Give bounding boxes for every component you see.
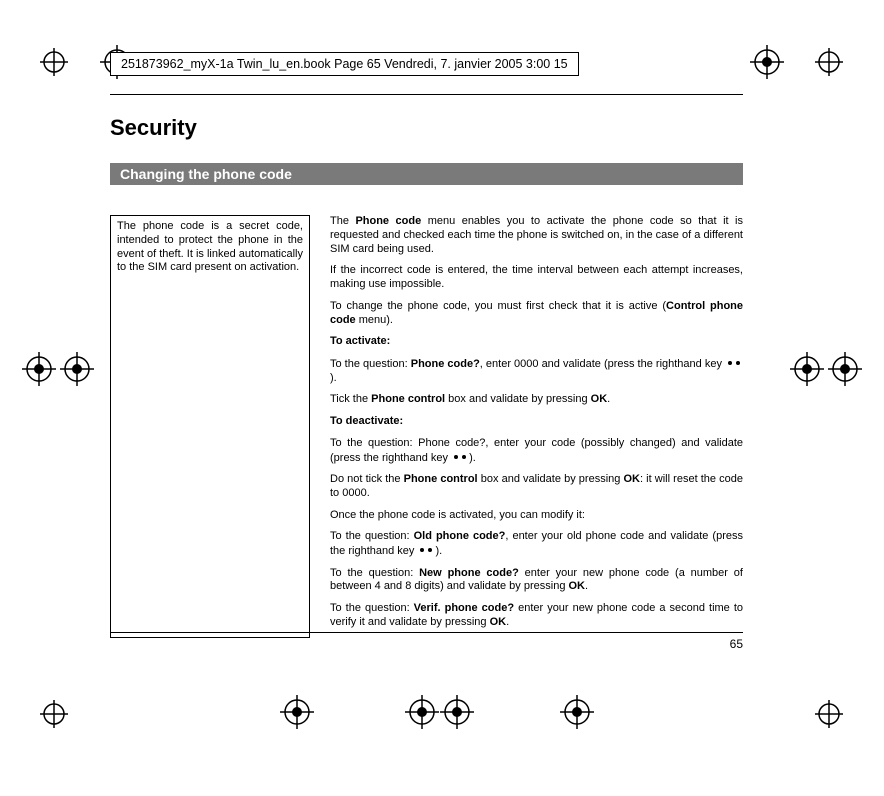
sidebar-note: The phone code is a secret code, intende… (110, 215, 310, 638)
book-page-banner: 251873962_myX-1a Twin_lu_en.book Page 65… (110, 52, 579, 76)
subheading-activate: To activate: (330, 335, 743, 349)
crop-mark-icon (40, 48, 68, 76)
body-paragraph: Once the phone code is activated, you ca… (330, 509, 743, 523)
page-footer: 65 (110, 632, 743, 651)
section-heading: Changing the phone code (110, 163, 743, 185)
registration-mark-icon (790, 352, 824, 386)
body-paragraph: Do not tick the Phone control box and va… (330, 473, 743, 501)
key-dots-icon (453, 451, 467, 465)
body-paragraph: To the question: Old phone code?, enter … (330, 530, 743, 558)
body-paragraph: If the incorrect code is entered, the ti… (330, 264, 743, 292)
content-frame: Security Changing the phone code The pho… (110, 94, 743, 638)
main-body: The Phone code menu enables you to activ… (330, 215, 743, 638)
body-paragraph: To the question: New phone code? enter y… (330, 567, 743, 595)
registration-mark-icon (750, 45, 784, 79)
crop-mark-icon (815, 48, 843, 76)
body-paragraph: To the question: Phone code?, enter your… (330, 437, 743, 465)
body-paragraph: To the question: Verif. phone code? ente… (330, 602, 743, 630)
key-dots-icon (419, 544, 433, 558)
page-title: Security (110, 115, 743, 141)
subheading-deactivate: To deactivate: (330, 415, 743, 429)
registration-mark-icon (405, 695, 439, 729)
body-paragraph: To change the phone code, you must first… (330, 300, 743, 328)
registration-mark-icon (440, 695, 474, 729)
body-paragraph: Tick the Phone control box and validate … (330, 393, 743, 407)
registration-mark-icon (560, 695, 594, 729)
registration-mark-icon (60, 352, 94, 386)
crop-mark-icon (40, 700, 68, 728)
registration-mark-icon (280, 695, 314, 729)
crop-mark-icon (815, 700, 843, 728)
page-number: 65 (730, 637, 743, 651)
registration-mark-icon (828, 352, 862, 386)
body-paragraph: The Phone code menu enables you to activ… (330, 215, 743, 256)
registration-mark-icon (22, 352, 56, 386)
key-dots-icon (727, 357, 741, 371)
body-paragraph: To the question: Phone code?, enter 0000… (330, 357, 743, 385)
